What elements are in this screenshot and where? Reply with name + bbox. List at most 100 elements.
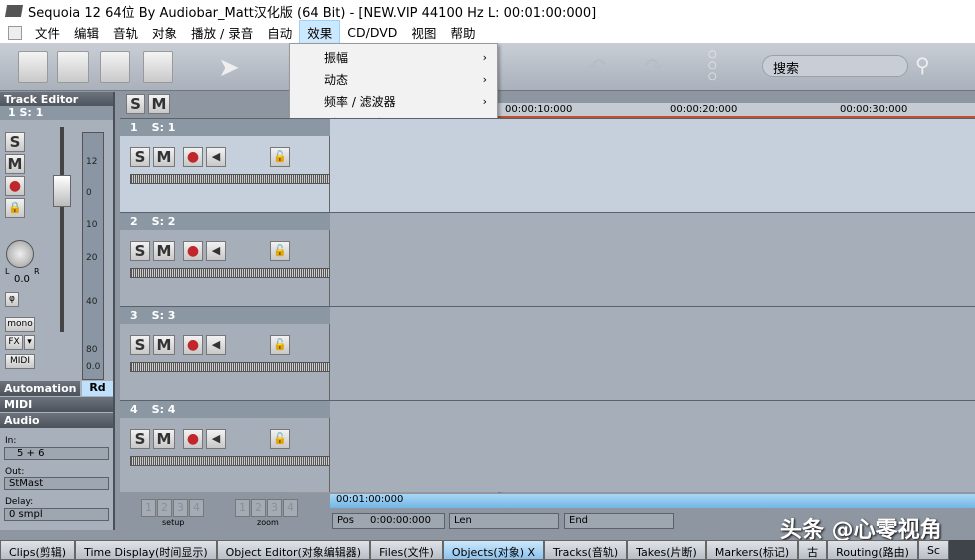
track-record-icon[interactable]: ● bbox=[183, 147, 203, 167]
len-field[interactable]: Len bbox=[449, 513, 559, 529]
tab-item[interactable]: 古 bbox=[798, 540, 828, 560]
phase-button[interactable]: φ bbox=[5, 292, 19, 307]
track-lock-icon[interactable]: 🔓 bbox=[270, 429, 290, 449]
track-volume-slider[interactable] bbox=[130, 456, 330, 466]
track-mute-button[interactable]: M bbox=[153, 241, 175, 261]
setup-preset-button[interactable]: 2 bbox=[157, 499, 172, 517]
automation-header[interactable]: Automation bbox=[0, 381, 80, 396]
tab-item[interactable]: Clips(剪辑) bbox=[0, 540, 76, 560]
global-solo-button[interactable]: S bbox=[126, 94, 145, 114]
menu-automation[interactable]: 自动 bbox=[260, 21, 299, 44]
track-row[interactable]: 1 S: 1 S M ● ◀ 🔓 bbox=[120, 118, 975, 212]
track-solo-button[interactable]: S bbox=[130, 335, 150, 355]
tab-item[interactable]: Takes(片断) bbox=[627, 540, 706, 560]
solo-button[interactable]: S bbox=[5, 132, 25, 152]
setup-preset-button[interactable]: 4 bbox=[189, 499, 204, 517]
track-speaker-icon[interactable]: ◀ bbox=[206, 241, 226, 261]
track-solo-button[interactable]: S bbox=[130, 241, 150, 261]
menu-item[interactable]: 振幅 › bbox=[292, 47, 495, 69]
pan-knob[interactable] bbox=[6, 240, 34, 268]
volume-fader-handle[interactable] bbox=[53, 175, 71, 207]
menu-view[interactable]: 视图 bbox=[404, 21, 443, 44]
record-icon[interactable]: ● bbox=[5, 176, 25, 196]
lock-icon[interactable]: 🔒 bbox=[5, 198, 25, 218]
tab-item[interactable]: Objects(对象) X bbox=[442, 540, 545, 560]
menu-edit[interactable]: 编辑 bbox=[67, 21, 106, 44]
track-solo-button[interactable]: S bbox=[130, 147, 150, 167]
track-speaker-icon[interactable]: ◀ bbox=[206, 147, 226, 167]
zoom-preset-button[interactable]: 1 bbox=[235, 499, 250, 517]
new-file-icon[interactable] bbox=[18, 51, 48, 83]
open-folder-icon[interactable] bbox=[57, 51, 89, 83]
output-select[interactable]: StMast bbox=[4, 477, 109, 490]
track-volume-slider[interactable] bbox=[130, 174, 330, 184]
global-mute-button[interactable]: M bbox=[148, 94, 170, 114]
search-icon[interactable]: ⚲ bbox=[915, 53, 930, 77]
input-select[interactable]: 5 + 6 bbox=[4, 447, 109, 460]
mono-button[interactable]: mono bbox=[5, 317, 35, 332]
track-editor-header[interactable]: Track Editor bbox=[0, 92, 113, 107]
zoom-preset-button[interactable]: 4 bbox=[283, 499, 298, 517]
track-mute-button[interactable]: M bbox=[153, 147, 175, 167]
tab-item[interactable]: Files(文件) bbox=[370, 540, 443, 560]
tab-item[interactable]: Tracks(音轨) bbox=[544, 540, 628, 560]
mute-button[interactable]: M bbox=[5, 154, 25, 174]
setup-preset-button[interactable]: 1 bbox=[141, 499, 156, 517]
document-icon[interactable] bbox=[8, 25, 22, 40]
track-record-icon[interactable]: ● bbox=[183, 429, 203, 449]
zoom-preset-button[interactable]: 3 bbox=[267, 499, 282, 517]
zoom-preset-button[interactable]: 2 bbox=[251, 499, 266, 517]
track-mute-button[interactable]: M bbox=[153, 429, 175, 449]
menu-item[interactable]: 动态 › bbox=[292, 69, 495, 91]
save-icon[interactable] bbox=[143, 51, 173, 83]
midi-header[interactable]: MIDI bbox=[0, 397, 113, 412]
track-lock-icon[interactable]: 🔓 bbox=[270, 335, 290, 355]
import-audio-icon[interactable] bbox=[100, 51, 130, 83]
tab-item[interactable]: Object Editor(对象编辑器) bbox=[216, 540, 371, 560]
audio-header[interactable]: Audio bbox=[0, 413, 113, 428]
menu-help[interactable]: 帮助 bbox=[443, 21, 482, 44]
menu-effects[interactable]: 效果 bbox=[299, 20, 341, 45]
track-record-icon[interactable]: ● bbox=[183, 335, 203, 355]
pos-field[interactable]: Pos 0:00:00:000 bbox=[332, 513, 445, 529]
track-row[interactable]: 3 S: 3 S M ● ◀ 🔓 bbox=[120, 306, 975, 400]
track-volume-slider[interactable] bbox=[130, 268, 330, 278]
track-lock-icon[interactable]: 🔓 bbox=[270, 147, 290, 167]
menu-playback[interactable]: 播放 / 录音 bbox=[184, 21, 260, 44]
fx-button[interactable]: FX bbox=[5, 335, 23, 350]
track-lock-icon[interactable]: 🔓 bbox=[270, 241, 290, 261]
end-field[interactable]: End bbox=[564, 513, 674, 529]
menu-item[interactable]: 频率 / 滤波器 › bbox=[292, 91, 495, 113]
track-speaker-icon[interactable]: ◀ bbox=[206, 335, 226, 355]
undo-icon[interactable]: ↶ bbox=[588, 55, 606, 80]
search-input[interactable]: 搜索 bbox=[762, 55, 908, 77]
track-speaker-icon[interactable]: ◀ bbox=[206, 429, 226, 449]
track-record-icon[interactable]: ● bbox=[183, 241, 203, 261]
track-name[interactable]: 4 S: 4 bbox=[120, 401, 330, 418]
track-row[interactable]: 2 S: 2 S M ● ◀ 🔓 bbox=[120, 212, 975, 306]
delay-input[interactable]: 0 smpl bbox=[4, 508, 109, 521]
read-mode-button[interactable]: Rd bbox=[82, 381, 113, 396]
midi-button[interactable]: MIDI bbox=[5, 354, 35, 369]
tab-item[interactable]: Markers(标记) bbox=[705, 540, 799, 560]
track-solo-button[interactable]: S bbox=[130, 429, 150, 449]
track-name[interactable]: 3 S: 3 bbox=[120, 307, 330, 324]
menu-cddvd[interactable]: CD/DVD bbox=[340, 23, 404, 42]
track-row[interactable]: 4 S: 4 S M ● ◀ 🔓 bbox=[120, 400, 975, 492]
track-name[interactable]: 2 S: 2 bbox=[120, 213, 330, 230]
fx-dropdown[interactable]: ▾ bbox=[24, 335, 35, 350]
redo-icon[interactable]: ↷ bbox=[645, 55, 663, 80]
pointer-tool-icon[interactable]: ➤ bbox=[218, 53, 240, 83]
tab-item[interactable]: Time Display(时间显示) bbox=[75, 540, 217, 560]
time-position-bar[interactable]: 00:01:00:000 bbox=[330, 494, 975, 508]
link-icon[interactable]: ○ ○ ○ bbox=[708, 49, 717, 82]
menu-track[interactable]: 音轨 bbox=[106, 21, 145, 44]
menu-object[interactable]: 对象 bbox=[145, 21, 184, 44]
tab-item[interactable]: Sc bbox=[917, 540, 949, 560]
track-volume-slider[interactable] bbox=[130, 362, 330, 372]
track-name[interactable]: 1 S: 1 bbox=[120, 119, 330, 136]
tab-item[interactable]: Routing(路由) bbox=[827, 540, 918, 560]
menu-file[interactable]: 文件 bbox=[28, 21, 67, 44]
selected-track[interactable]: 1 S: 1 bbox=[0, 106, 113, 120]
track-mute-button[interactable]: M bbox=[153, 335, 175, 355]
